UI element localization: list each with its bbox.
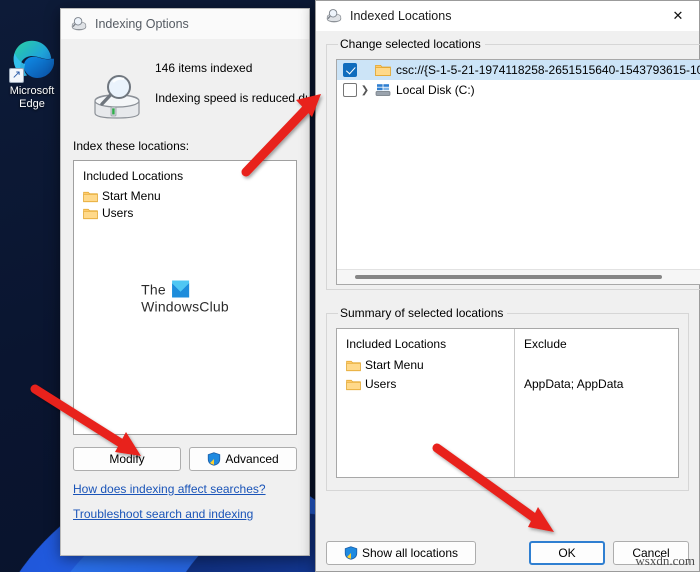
site-watermark: wsxdn.com: [635, 553, 695, 568]
uac-shield-icon: [344, 546, 358, 560]
indexing-status-icon: [94, 75, 140, 119]
scrollbar-thumb[interactable]: [355, 275, 662, 279]
modify-button[interactable]: Modify: [73, 447, 181, 471]
folder-icon: [346, 379, 361, 390]
list-item-label: Users: [102, 206, 134, 220]
included-locations-listbox[interactable]: Included Locations Start Menu Users The …: [73, 160, 297, 435]
indexing-options-body: 146 items indexed Indexing speed is redu…: [61, 39, 325, 555]
advanced-button-label: Advanced: [225, 452, 279, 466]
table-row: Users: [346, 376, 514, 392]
list-item[interactable]: Users: [83, 206, 287, 220]
hard-drive-icon: [375, 84, 391, 96]
folder-icon: [375, 65, 391, 76]
windowsclub-line1: The: [141, 281, 166, 297]
desktop-icon-microsoft-edge[interactable]: ↗ Microsoft Edge: [4, 38, 60, 111]
show-all-locations-label: Show all locations: [361, 546, 459, 560]
summary-exclude-column: Exclude AppData; AppData: [515, 329, 678, 477]
tree-item-label: csc://{S-1-5-21-1974118258-2651515640-15…: [396, 63, 700, 77]
chevron-right-icon[interactable]: ❯: [357, 85, 373, 96]
shortcut-overlay-icon: ↗: [9, 68, 24, 83]
folder-icon: [83, 208, 98, 219]
change-selected-locations-label: Change selected locations: [340, 37, 481, 51]
summary-included-header: Included Locations: [346, 337, 447, 351]
folder-icon: [346, 360, 361, 371]
indexing-icon: [71, 17, 87, 31]
close-icon[interactable]: ✕: [657, 1, 699, 31]
summary-included-value: Users: [365, 377, 397, 391]
tree-item-label: Local Disk (C:): [396, 83, 475, 97]
screen: ↗ Microsoft Edge Indexing Options 146 it…: [0, 0, 700, 572]
indexing-options-window[interactable]: Indexing Options 146 items indexed Index…: [60, 8, 325, 556]
troubleshoot-search-and-indexing-link[interactable]: Troubleshoot search and indexing: [73, 507, 297, 521]
uac-shield-icon: [208, 452, 221, 466]
how-does-indexing-affect-searches-link[interactable]: How does indexing affect searches?: [73, 482, 297, 496]
ok-button[interactable]: OK: [529, 541, 605, 565]
items-indexed-text: 146 items indexed: [155, 61, 253, 75]
tree-item-local-disk-c[interactable]: ❯ Local Disk (C:): [337, 80, 700, 100]
table-row: Start Menu: [346, 357, 514, 373]
horizontal-scrollbar[interactable]: [337, 269, 700, 284]
summary-exclude-header: Exclude: [524, 337, 567, 351]
window-controls: ✕: [657, 1, 699, 31]
microsoft-edge-icon: ↗: [9, 38, 54, 83]
advanced-button[interactable]: Advanced: [189, 447, 297, 471]
indexed-locations-body: Change selected locations › csc://{S-1-5…: [316, 37, 700, 572]
tree-item-csc[interactable]: › csc://{S-1-5-21-1974118258-2651515640-…: [337, 60, 700, 80]
indexed-locations-dialog[interactable]: Indexed Locations ✕ Change selected loca…: [315, 0, 700, 572]
show-all-locations-button[interactable]: Show all locations: [326, 541, 476, 565]
indexing-status-text: 146 items indexed Indexing speed is redu…: [145, 55, 325, 121]
desktop-icon-label-line2: Edge: [19, 98, 45, 110]
index-locations-label: Index these locations:: [73, 139, 190, 153]
indexed-locations-titlebar[interactable]: Indexed Locations ✕: [316, 1, 699, 31]
included-locations-header: Included Locations: [83, 169, 184, 183]
windowsclub-logo-icon: [171, 280, 189, 297]
summary-table: Included Locations Start Menu Users Excl…: [336, 328, 679, 478]
indexing-status-panel: 146 items indexed Indexing speed is redu…: [73, 39, 325, 123]
indexing-options-titlebar[interactable]: Indexing Options: [61, 9, 309, 39]
change-selected-locations-group: Change selected locations › csc://{S-1-5…: [326, 37, 700, 290]
table-row: AppData; AppData: [524, 376, 678, 392]
windowsclub-watermark: The WindowsClub: [141, 280, 229, 315]
indexing-icon: [326, 9, 342, 23]
indexing-options-button-row: Modify Advanced: [73, 447, 297, 471]
indexing-speed-text: Indexing speed is reduced due t: [155, 91, 326, 105]
folder-icon: [83, 191, 98, 202]
table-row: [524, 357, 678, 373]
summary-of-selected-locations-group: Summary of selected locations Included L…: [326, 306, 689, 491]
locations-tree[interactable]: › csc://{S-1-5-21-1974118258-2651515640-…: [336, 59, 700, 285]
indexed-locations-title: Indexed Locations: [350, 9, 452, 23]
indexing-options-title: Indexing Options: [95, 17, 189, 31]
summary-included-value: Start Menu: [365, 358, 424, 372]
summary-included-column: Included Locations Start Menu Users: [337, 329, 515, 477]
desktop-icon-label-line1: Microsoft: [9, 85, 55, 97]
summary-group-label: Summary of selected locations: [340, 306, 504, 320]
windowsclub-line2: WindowsClub: [141, 298, 229, 314]
list-item-label: Start Menu: [102, 189, 161, 203]
tree-item-checkbox[interactable]: [343, 63, 357, 77]
summary-exclude-value: AppData; AppData: [524, 377, 624, 391]
list-item[interactable]: Start Menu: [83, 189, 287, 203]
tree-item-checkbox[interactable]: [343, 83, 357, 97]
